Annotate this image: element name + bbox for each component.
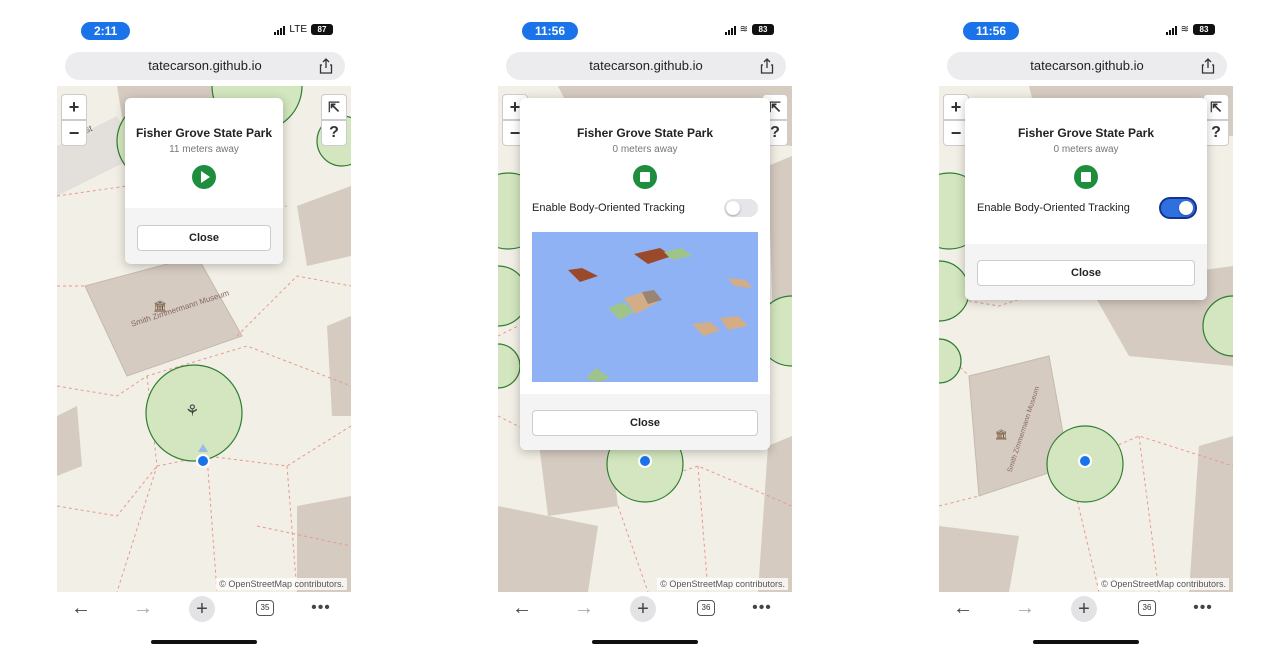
url-text: tatecarson.github.io xyxy=(148,58,262,73)
location-popup: Fisher Grove State Park 0 meters away En… xyxy=(520,98,770,450)
zoom-in-button[interactable]: + xyxy=(61,94,87,120)
share-icon[interactable] xyxy=(760,58,774,74)
popup-distance: 0 meters away xyxy=(1053,144,1119,155)
popup-footer: Close xyxy=(125,208,283,264)
more-icon[interactable]: ••• xyxy=(750,596,774,620)
signal-icon xyxy=(724,25,736,35)
new-tab-button[interactable]: + xyxy=(1071,596,1097,622)
status-bar: 11:56 ≋ 83 xyxy=(496,0,796,44)
status-time: 2:11 xyxy=(81,22,131,40)
status-bar: 11:56 ≋ 83 xyxy=(937,0,1237,44)
location-popup: Fisher Grove State Park 0 meters away En… xyxy=(965,98,1207,300)
signal-icon xyxy=(1165,25,1177,35)
popup-footer: Close xyxy=(965,244,1207,300)
close-button[interactable]: Close xyxy=(977,260,1195,286)
phone-screen-3: 11:56 ≋ 83 tatecarson.github.io 🏛 Smith … xyxy=(937,0,1237,659)
back-icon[interactable]: ← xyxy=(69,596,93,620)
tabs-button[interactable]: 36 xyxy=(1138,600,1156,616)
map-view[interactable]: 🏛 Smith Zimmermann Museum + − ⇱ ? © Open… xyxy=(939,86,1233,592)
new-tab-button[interactable]: + xyxy=(189,596,215,622)
map-attribution[interactable]: © OpenStreetMap contributors. xyxy=(216,578,347,590)
orientation-visualization xyxy=(532,232,758,382)
wifi-icon: ≋ xyxy=(1180,24,1189,35)
toggle-knob xyxy=(726,201,740,215)
forward-icon[interactable]: → xyxy=(1013,596,1037,620)
tracking-row: Enable Body-Oriented Tracking xyxy=(520,199,770,217)
map-attribution[interactable]: © OpenStreetMap contributors. xyxy=(1098,578,1229,590)
address-bar[interactable]: tatecarson.github.io xyxy=(506,52,786,80)
back-icon[interactable]: ← xyxy=(951,596,975,620)
battery-icon: 83 xyxy=(752,24,774,35)
tracking-toggle[interactable] xyxy=(1161,199,1195,217)
compass-button[interactable]: ⇱ xyxy=(321,94,347,120)
phone-screen-1: 2:11 LTE 87 tatecarson.github.io ⚘ 🏛 Smi… xyxy=(55,0,355,659)
browser-toolbar: ← → + 36 ••• xyxy=(937,596,1237,626)
popup-title: Fisher Grove State Park xyxy=(135,126,273,140)
tracking-label: Enable Body-Oriented Tracking xyxy=(532,202,685,214)
stop-button[interactable] xyxy=(633,165,657,189)
compass-icon: ⇱ xyxy=(1210,99,1222,115)
stop-icon xyxy=(1081,172,1091,182)
play-button[interactable] xyxy=(192,165,216,189)
back-icon[interactable]: ← xyxy=(510,596,534,620)
map-attribution[interactable]: © OpenStreetMap contributors. xyxy=(657,578,788,590)
browser-toolbar: ← → + 35 ••• xyxy=(55,596,355,626)
tracking-toggle[interactable] xyxy=(724,199,758,217)
tabs-button[interactable]: 36 xyxy=(697,600,715,616)
status-bar: 2:11 LTE 87 xyxy=(55,0,355,44)
share-icon[interactable] xyxy=(1201,58,1215,74)
more-icon[interactable]: ••• xyxy=(1191,596,1215,620)
zoom-out-button[interactable]: − xyxy=(61,120,87,146)
popup-distance: 11 meters away xyxy=(169,144,239,155)
stop-button[interactable] xyxy=(1074,165,1098,189)
home-indicator xyxy=(151,640,257,644)
battery-icon: 83 xyxy=(1193,24,1215,35)
stop-icon xyxy=(640,172,650,182)
close-button[interactable]: Close xyxy=(137,225,271,251)
tracking-row: Enable Body-Oriented Tracking xyxy=(965,199,1207,217)
close-button[interactable]: Close xyxy=(532,410,758,436)
popup-title: Fisher Grove State Park xyxy=(1017,126,1155,140)
network-label: LTE xyxy=(289,24,307,35)
svg-text:🏛: 🏛 xyxy=(995,429,1008,441)
map-view[interactable]: ⚘ 🏛 Smith Zimmermann Museum st + − ⇱ ? ©… xyxy=(57,86,351,592)
status-indicators: ≋ 83 xyxy=(1165,24,1215,35)
status-time: 11:56 xyxy=(963,22,1020,40)
forward-icon[interactable]: → xyxy=(131,596,155,620)
more-icon[interactable]: ••• xyxy=(309,596,333,620)
url-text: tatecarson.github.io xyxy=(1030,58,1144,73)
location-popup: Fisher Grove State Park 11 meters away C… xyxy=(125,98,283,264)
phone-screen-2: 11:56 ≋ 83 tatecarson.github.io + − ⇱ ? … xyxy=(496,0,796,659)
new-tab-button[interactable]: + xyxy=(630,596,656,622)
popup-distance: 0 meters away xyxy=(612,144,678,155)
popup-title: Fisher Grove State Park xyxy=(576,126,714,140)
forward-icon[interactable]: → xyxy=(572,596,596,620)
battery-icon: 87 xyxy=(311,24,333,35)
home-indicator xyxy=(1033,640,1139,644)
map-view[interactable]: + − ⇱ ? © OpenStreetMap contributors. Fi… xyxy=(498,86,792,592)
url-text: tatecarson.github.io xyxy=(589,58,703,73)
tabs-button[interactable]: 35 xyxy=(256,600,274,616)
browser-toolbar: ← → + 36 ••• xyxy=(496,596,796,626)
popup-footer: Close xyxy=(520,394,770,450)
signal-icon xyxy=(274,25,286,35)
status-indicators: ≋ 83 xyxy=(724,24,774,35)
address-bar[interactable]: tatecarson.github.io xyxy=(947,52,1227,80)
toggle-knob xyxy=(1179,201,1193,215)
status-time: 11:56 xyxy=(522,22,579,40)
address-bar[interactable]: tatecarson.github.io xyxy=(65,52,345,80)
compass-icon: ⇱ xyxy=(328,99,340,115)
status-indicators: LTE 87 xyxy=(274,24,333,35)
tracking-label: Enable Body-Oriented Tracking xyxy=(977,202,1130,214)
play-icon xyxy=(201,171,210,183)
wifi-icon: ≋ xyxy=(739,24,748,35)
svg-text:⚘: ⚘ xyxy=(185,401,199,420)
help-button[interactable]: ? xyxy=(321,120,347,146)
compass-icon: ⇱ xyxy=(769,99,781,115)
home-indicator xyxy=(592,640,698,644)
viz-canvas xyxy=(568,248,752,382)
share-icon[interactable] xyxy=(319,58,333,74)
